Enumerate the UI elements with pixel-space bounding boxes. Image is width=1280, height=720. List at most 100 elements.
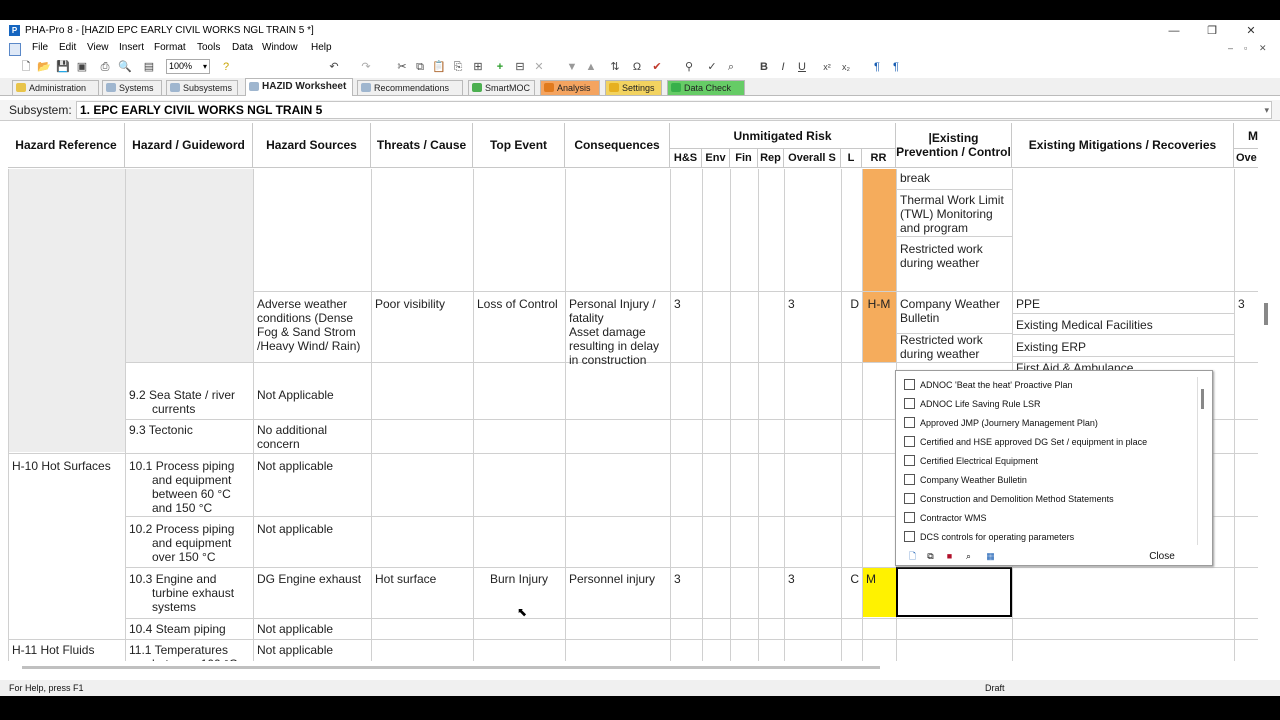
cell-hazard-sources[interactable]: DG Engine exhaust bbox=[254, 570, 370, 588]
find-item-icon[interactable]: ⌕ bbox=[962, 551, 975, 562]
header-rr[interactable]: RR bbox=[862, 149, 896, 168]
delete-icon[interactable]: ✕ bbox=[532, 60, 546, 74]
bold-icon[interactable]: B bbox=[757, 60, 771, 74]
redo-icon[interactable]: ↷ bbox=[359, 60, 373, 74]
option-checkbox[interactable] bbox=[904, 417, 915, 428]
close-window-icon[interactable]: ✕ bbox=[1241, 23, 1261, 39]
option-checkbox[interactable] bbox=[904, 493, 915, 504]
copy-item-icon[interactable]: ⧉ bbox=[924, 551, 937, 562]
mitigation-item[interactable]: Existing ERP bbox=[1013, 338, 1233, 356]
cell-likelihood[interactable]: D bbox=[842, 295, 862, 313]
option-checkbox[interactable] bbox=[904, 398, 915, 409]
tab-settings[interactable]: Settings bbox=[605, 80, 662, 95]
cell-hazard-sources[interactable]: Not applicable bbox=[254, 520, 370, 538]
option-checkbox[interactable] bbox=[904, 474, 915, 485]
find-icon[interactable]: ⌕ bbox=[724, 60, 738, 74]
mdi-minimize-icon[interactable]: – bbox=[1228, 43, 1233, 53]
ltr-icon[interactable]: ¶ bbox=[870, 60, 884, 74]
header-threats[interactable]: Threats / Cause bbox=[371, 123, 473, 168]
header-unmitigated-risk[interactable]: Unmitigated Risk bbox=[670, 123, 896, 149]
menu-view[interactable]: View bbox=[87, 42, 109, 53]
cell-hs[interactable]: 3 bbox=[671, 570, 701, 588]
cell-hs[interactable]: 3 bbox=[671, 295, 701, 313]
paste-icon[interactable]: 📋 bbox=[432, 60, 446, 74]
layout-icon[interactable]: ▤ bbox=[142, 60, 156, 74]
header-rep[interactable]: Rep bbox=[758, 149, 784, 168]
cell-hazard-sources[interactable]: Not applicable bbox=[254, 457, 370, 475]
new-file-icon[interactable]: 🗋 bbox=[19, 60, 33, 74]
menu-data[interactable]: Data bbox=[232, 42, 253, 53]
header-hazard-sources[interactable]: Hazard Sources bbox=[253, 123, 371, 168]
header-consequences[interactable]: Consequences bbox=[565, 123, 670, 168]
header-env[interactable]: Env bbox=[702, 149, 730, 168]
cell-guideword[interactable]: 10.4 Steam piping bbox=[126, 620, 252, 638]
prevention-item[interactable]: Thermal Work Limit (TWL) Monitoring and … bbox=[897, 191, 1011, 237]
header-overall-s[interactable]: Overall S bbox=[784, 149, 841, 168]
minimize-icon[interactable]: — bbox=[1164, 23, 1184, 39]
header-hs[interactable]: H&S bbox=[670, 149, 702, 168]
picklist-option[interactable]: Approved JMP (Journery Management Plan) bbox=[920, 418, 1098, 428]
mitigation-item[interactable]: Existing Medical Facilities bbox=[1013, 316, 1233, 334]
picklist-option[interactable]: Contractor WMS bbox=[920, 513, 987, 523]
tab-subsystems[interactable]: Subsystems bbox=[166, 80, 238, 95]
horizontal-scrollbar[interactable] bbox=[22, 666, 880, 669]
cell-rr[interactable]: H-M bbox=[863, 295, 895, 313]
header-next-overall[interactable]: Ove bbox=[1234, 149, 1258, 168]
header-prevention[interactable]: |Existing Prevention / Control bbox=[896, 123, 1012, 168]
print-preview-icon[interactable]: 🔍 bbox=[118, 60, 132, 74]
menu-window[interactable]: Window bbox=[262, 42, 298, 53]
cell-next-overall[interactable]: 3 bbox=[1235, 295, 1257, 313]
header-fin[interactable]: Fin bbox=[730, 149, 758, 168]
cell-consequences[interactable]: Personal Injury / fatality Asset damage … bbox=[566, 295, 669, 369]
tab-hazid-worksheet[interactable]: HAZID Worksheet bbox=[245, 78, 353, 96]
mdi-close-icon[interactable]: ✕ bbox=[1259, 43, 1267, 54]
tab-administration[interactable]: Administration bbox=[12, 80, 99, 95]
cell-threats[interactable]: Hot surface bbox=[372, 570, 472, 588]
picklist-option[interactable]: DCS controls for operating parameters bbox=[920, 532, 1074, 542]
cell-rr[interactable]: M bbox=[863, 570, 895, 588]
rtl-icon[interactable]: ¶ bbox=[889, 60, 903, 74]
cell-overall[interactable]: 3 bbox=[785, 570, 840, 588]
cell-hazard-sources[interactable]: Adverse weather conditions (Dense Fog & … bbox=[254, 295, 370, 355]
picklist-option[interactable]: Certified Electrical Equipment bbox=[920, 456, 1038, 466]
cell-hazard-reference[interactable]: H-10 Hot Surfaces bbox=[9, 457, 124, 475]
option-checkbox[interactable] bbox=[904, 436, 915, 447]
menu-file[interactable]: File bbox=[32, 42, 48, 53]
cell-consequences[interactable]: Personnel injury bbox=[566, 570, 669, 588]
cell-overall[interactable]: 3 bbox=[785, 295, 840, 313]
mdi-restore-icon[interactable]: ▫ bbox=[1244, 43, 1247, 53]
cell-guideword[interactable]: 9.2 Sea State / river currents bbox=[126, 386, 252, 418]
symbol-icon[interactable]: Ω bbox=[630, 60, 644, 74]
tab-systems[interactable]: Systems bbox=[102, 80, 162, 95]
copy-icon[interactable]: ⧉ bbox=[413, 60, 427, 74]
underline-icon[interactable]: U bbox=[795, 60, 809, 74]
subscript-icon[interactable]: x₂ bbox=[839, 60, 853, 74]
save-icon[interactable]: 💾 bbox=[56, 60, 70, 74]
cut-icon[interactable]: ✂ bbox=[395, 60, 409, 74]
cell-guideword[interactable]: 10.3 Engine and turbine exhaust systems bbox=[126, 570, 252, 616]
header-l[interactable]: L bbox=[841, 149, 862, 168]
paste-special-icon[interactable]: ⎘ bbox=[451, 60, 465, 74]
zoom-select[interactable]: 100% ▾ bbox=[166, 59, 210, 74]
prevention-item[interactable]: break bbox=[897, 169, 1011, 187]
italic-icon[interactable]: I bbox=[776, 60, 790, 74]
tab-smartmoc[interactable]: SmartMOC bbox=[468, 80, 535, 95]
document-icon[interactable] bbox=[9, 43, 21, 56]
menu-tools[interactable]: Tools bbox=[197, 42, 220, 53]
cell-hazard-reference[interactable]: H-11 Hot Fluids bbox=[9, 641, 124, 659]
picklist-option[interactable]: Company Weather Bulletin bbox=[920, 475, 1027, 485]
undo-icon[interactable]: ↶ bbox=[327, 60, 341, 74]
cell-hazard-sources[interactable]: Not applicable bbox=[254, 641, 370, 659]
cell-guideword[interactable]: 9.3 Tectonic bbox=[126, 421, 252, 439]
option-checkbox[interactable] bbox=[904, 531, 915, 542]
restore-icon[interactable]: ❐ bbox=[1202, 23, 1222, 39]
cell-hazard-sources[interactable]: No additional concern bbox=[254, 421, 370, 453]
attach-icon[interactable]: ⚲ bbox=[682, 60, 696, 74]
menu-edit[interactable]: Edit bbox=[59, 42, 76, 53]
check-icon[interactable]: ✓ bbox=[705, 60, 719, 74]
delete-item-icon[interactable]: ■ bbox=[943, 551, 956, 562]
menu-help[interactable]: Help bbox=[311, 42, 332, 53]
tab-data-check[interactable]: Data Check bbox=[667, 80, 745, 95]
cell-likelihood[interactable]: C bbox=[842, 570, 862, 588]
menu-format[interactable]: Format bbox=[154, 42, 186, 53]
